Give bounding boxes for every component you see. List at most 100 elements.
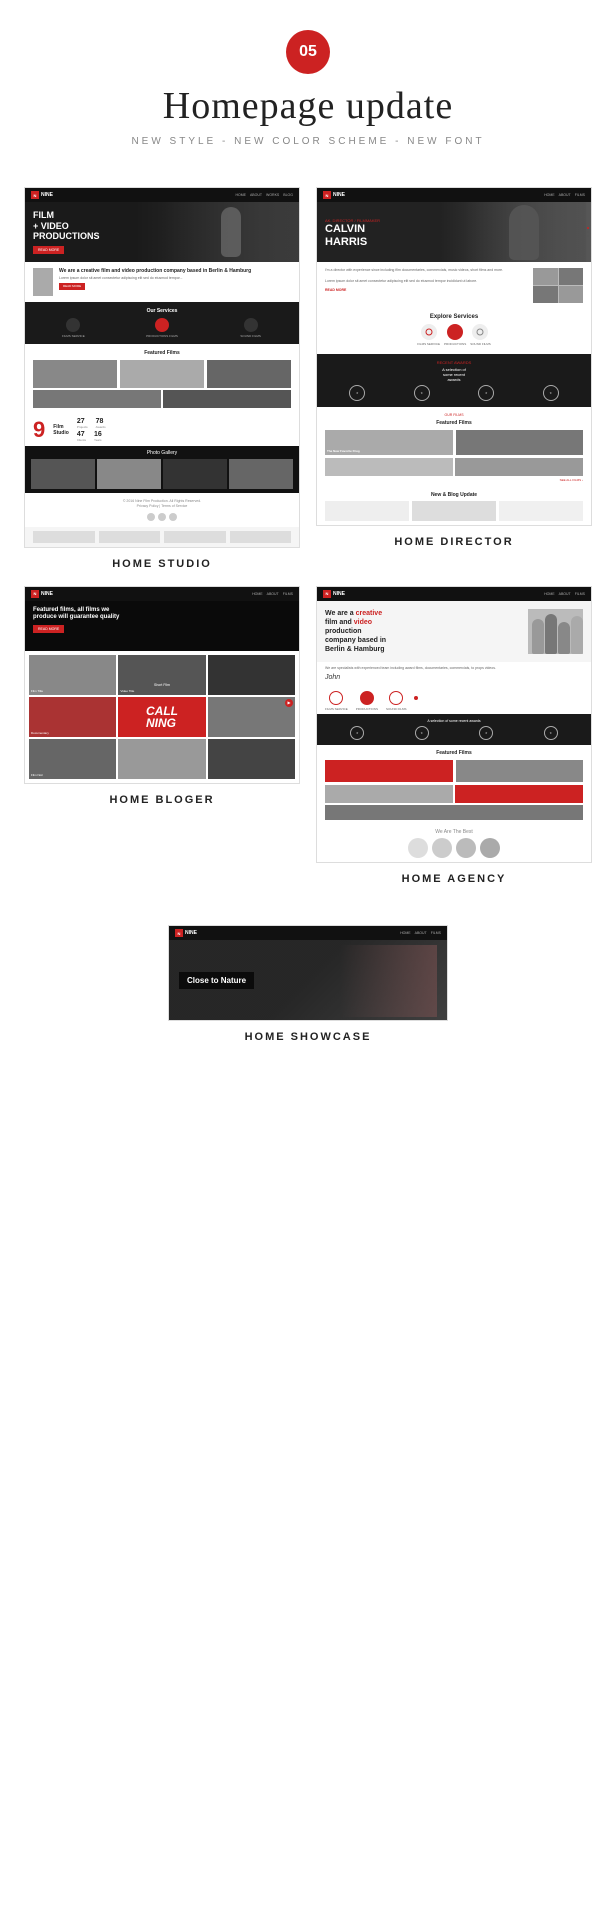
director-hero: AK. DIRECTOR / FILMMAKER CALVINHARRIS: [317, 202, 591, 262]
director-read-more: READ MORE: [325, 288, 527, 293]
nav-link-1: HOME: [235, 193, 246, 197]
sc-nav-2: ABOUT: [415, 931, 427, 935]
director-bio-img: [533, 268, 583, 303]
agency-awards: A selection of some recent awards ★ ★ ★ …: [317, 714, 591, 745]
nav-link-4: BLOG: [283, 193, 293, 197]
agency-hero: We are a creative film and video product…: [317, 601, 591, 662]
studio-films: Featured Films: [25, 344, 299, 414]
play-btn: ▶: [285, 699, 293, 707]
director-logo-text: NINE: [333, 192, 345, 198]
home-agency-preview[interactable]: N NINE HOME ABOUT FILMS We are a creativ…: [316, 586, 592, 864]
studio-hero-person: [162, 202, 299, 262]
blog-item-2: [412, 501, 496, 521]
director-blog: New & Blog Update: [317, 488, 591, 525]
studio-service-1: FILMS SERVICE: [33, 318, 114, 338]
screenshot-home-blogger: N NINE HOME ABOUT FILMS Featured films, …: [24, 586, 300, 886]
studio-films-label: Featured Films: [33, 350, 291, 356]
home-blogger-preview[interactable]: N NINE HOME ABOUT FILMS Featured films, …: [24, 586, 300, 784]
agency-team: We Are The Best: [317, 825, 591, 862]
studio-footer: © 2016 Nine Film Production. All Rights …: [25, 493, 299, 527]
dir-service-1: FILMS SERVICE: [417, 324, 440, 346]
agency-nav-1: HOME: [544, 592, 555, 596]
studio-gallery-row: [31, 459, 293, 489]
sc-nav-1: HOME: [400, 931, 411, 935]
stat-num-16: 16Years: [94, 431, 102, 442]
showcase-title-box: Close to Nature: [179, 972, 254, 989]
blogger-hero-btn: READ MORE: [33, 625, 64, 633]
agency-film-2: [456, 760, 584, 782]
agency-films-row-3: [325, 805, 583, 820]
agency-logo-box: N: [323, 590, 331, 598]
social-icon-2: [158, 513, 166, 521]
home-blogger-mock: N NINE HOME ABOUT FILMS Featured films, …: [25, 587, 299, 783]
screenshot-home-showcase: N NINE HOME ABOUT FILMS: [24, 925, 592, 1043]
director-person-shape: [509, 205, 539, 260]
agency-service-3: SOUND FILMS: [386, 691, 407, 711]
director-nav: HOME ABOUT FILMS: [544, 193, 585, 197]
home-studio-preview[interactable]: N NINE HOME ABOUT WORKS BLOG FILM+ VIDEO…: [24, 187, 300, 548]
director-scroll-dots: [587, 227, 589, 237]
director-navbar: N NINE HOME ABOUT FILMS: [317, 188, 591, 202]
screenshot-home-studio: N NINE HOME ABOUT WORKS BLOG FILM+ VIDEO…: [24, 187, 300, 570]
agency-logo: N NINE: [323, 590, 345, 598]
agency-service-dot: [414, 691, 418, 711]
home-director-preview[interactable]: N NINE HOME ABOUT FILMS: [316, 187, 592, 526]
studio-stat-number: 9: [33, 419, 45, 441]
director-films-label: Featured Films: [325, 420, 583, 426]
agency-film-4: [455, 785, 583, 803]
studio-about: We are a creative film and video product…: [25, 262, 299, 302]
agency-award-4: ★: [544, 726, 558, 740]
showcase-navbar: N NINE HOME ABOUT FILMS: [169, 926, 447, 940]
home-showcase-preview[interactable]: N NINE HOME ABOUT FILMS: [168, 925, 448, 1021]
dir-nav-2: ABOUT: [559, 193, 571, 197]
director-awards-text: A selection ofsome recentawards: [325, 367, 583, 382]
agency-service-1: FILMS SERVICE: [325, 691, 348, 711]
studio-hero-content: FILM+ VIDEOPRODUCTIONS READ MORE: [33, 210, 100, 254]
studio-gallery-label: Photo Gallery: [31, 450, 293, 456]
film-1: [33, 360, 117, 388]
director-films-row-2: [325, 458, 583, 476]
award-4: ★: [543, 385, 559, 401]
director-films-more: SEE ALL FILMS ›: [325, 478, 583, 482]
agency-team-row: [325, 838, 583, 858]
director-awards-row: ★ ★ ★ ★: [325, 385, 583, 401]
film-3: [207, 360, 291, 388]
studio-films-row-2: [33, 390, 291, 408]
agency-films: Featured Films: [317, 745, 591, 825]
dot-3: [587, 235, 589, 237]
studio-service-3: SOUND FILMS: [210, 318, 291, 338]
step-badge: 05: [286, 30, 330, 74]
agency-nav: HOME ABOUT FILMS: [544, 592, 585, 596]
team-member-1: [408, 838, 428, 858]
blog-grid-7: Film Noir: [29, 739, 116, 779]
director-person-img: [463, 202, 586, 262]
studio-about-img: [33, 268, 53, 296]
bio-img-1: [533, 268, 558, 285]
service-text-1: FILMS SERVICE: [33, 334, 114, 338]
agency-logo-text: NINE: [333, 591, 345, 597]
studio-logo-text: NINE: [41, 192, 53, 198]
page-subtitle: NEW STYLE - NEW COLOR SCHEME - NEW FONT: [20, 136, 596, 147]
director-blog-label: New & Blog Update: [325, 492, 583, 498]
director-services: Explore Services FILMS SERVICE PRODUCTIO…: [317, 309, 591, 354]
title-creative: creative: [356, 610, 382, 617]
bottom-spacer: [0, 1043, 616, 1067]
agency-award-3: ★: [479, 726, 493, 740]
director-services-row: FILMS SERVICE PRODUCTIONS SOUND FILMS: [317, 321, 591, 352]
footer-links: Privacy Policy | Terms of Service: [137, 504, 188, 508]
showcase-person-bg: [340, 945, 437, 1017]
dir-nav-3: FILMS: [575, 193, 585, 197]
agency-bio: We are specialists with experienced team…: [317, 662, 591, 688]
nav-link-3: WORKS: [266, 193, 279, 197]
page-title: Homepage update: [20, 84, 596, 128]
dir-film-1: The New Favorite Drug: [325, 430, 453, 455]
dir-film-1-label: The New Favorite Drug: [327, 449, 360, 453]
stat-row-2: 47Clients 16Years: [77, 431, 291, 442]
agency-service-2: PRODUCTIONS: [356, 691, 378, 711]
studio-stat-nums: 27Projects 78Awards 47Clients 16Years: [77, 418, 291, 442]
showcase-logo-text: NINE: [185, 930, 197, 936]
home-blogger-label: HOME BLOGER: [109, 794, 214, 806]
home-director-mock: N NINE HOME ABOUT FILMS: [317, 188, 591, 525]
studio-logo-box: N: [31, 191, 39, 199]
blog-grid-3: Short Film: [208, 655, 295, 695]
